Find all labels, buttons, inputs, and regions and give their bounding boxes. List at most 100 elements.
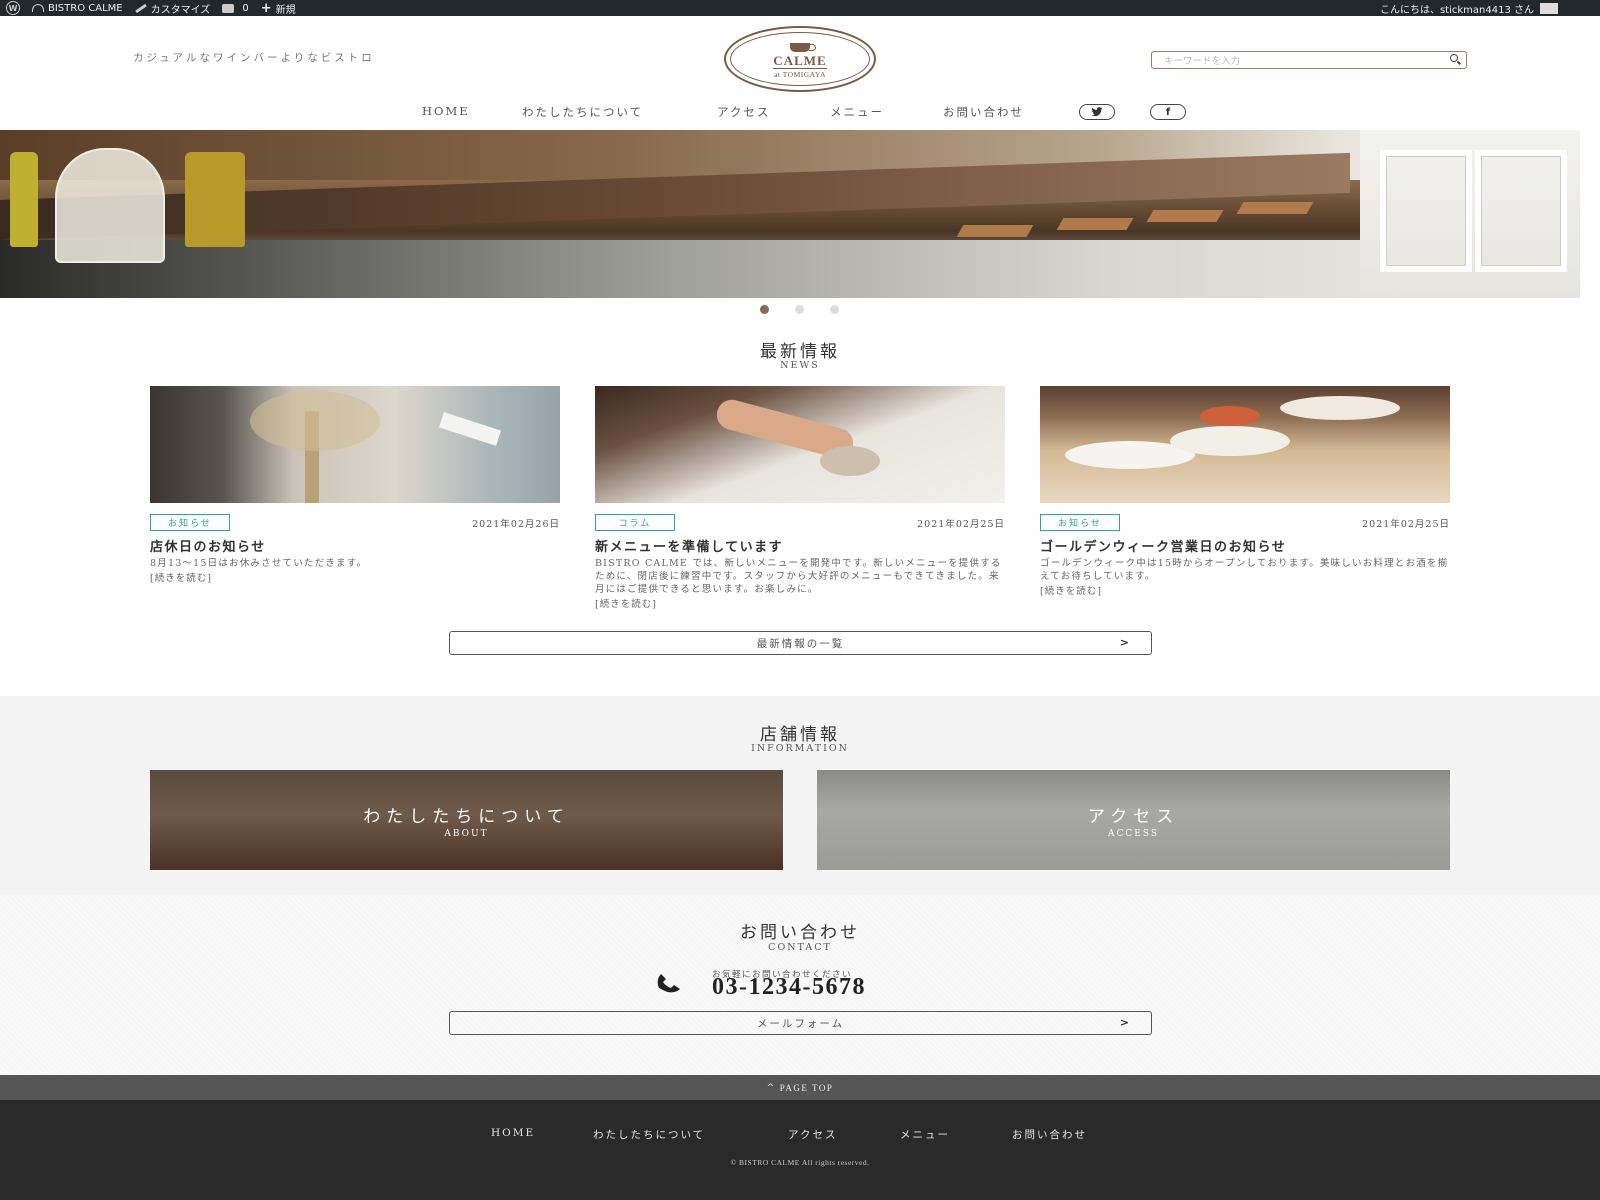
avatar bbox=[1540, 2, 1558, 14]
page-top-label: PAGE TOP bbox=[779, 1082, 834, 1093]
chevron-up-icon: ^ bbox=[766, 1082, 776, 1093]
post-date: 2021年02月25日 bbox=[917, 519, 1005, 530]
about-tile-title: わたしたちについて bbox=[363, 806, 570, 827]
news-subtitle: NEWS bbox=[780, 360, 820, 371]
footer-nav-access[interactable]: アクセス bbox=[788, 1127, 837, 1142]
hero-slider[interactable] bbox=[0, 130, 1580, 298]
site-tagline: カジュアルなワインバーよりなビストロ bbox=[133, 52, 375, 64]
post-date: 2021年02月26日 bbox=[472, 519, 560, 530]
chevron-right-icon: > bbox=[1119, 1016, 1131, 1029]
page-top-button[interactable]: ^ PAGE TOP bbox=[0, 1075, 1600, 1100]
plus-icon: + bbox=[260, 0, 272, 16]
news-thumbnail[interactable] bbox=[150, 386, 560, 503]
phone-number[interactable]: 03-1234-5678 bbox=[712, 974, 866, 1001]
footer-nav-home[interactable]: HOME bbox=[491, 1127, 535, 1139]
hero-bottle bbox=[10, 152, 38, 247]
footer-nav-contact[interactable]: お問い合わせ bbox=[1012, 1127, 1087, 1142]
news-thumbnail[interactable] bbox=[1040, 386, 1450, 503]
twitter-icon[interactable] bbox=[1079, 104, 1115, 120]
admin-customize-link[interactable]: カスタマイズ bbox=[134, 1, 211, 16]
news-thumbnail[interactable] bbox=[595, 386, 1005, 503]
coffee-cup-icon bbox=[790, 43, 816, 52]
slider-dot-2[interactable] bbox=[795, 305, 804, 314]
search-input[interactable]: キーワードを入力 bbox=[1151, 51, 1467, 69]
lamp-image bbox=[438, 412, 502, 446]
food-prep-image bbox=[820, 446, 880, 476]
mail-form-button[interactable]: メールフォーム > bbox=[449, 1011, 1152, 1035]
footer bbox=[0, 1100, 1600, 1200]
post-title[interactable]: ゴールデンウィーク営業日のお知らせ bbox=[1040, 536, 1450, 555]
slider-dot-1[interactable] bbox=[760, 305, 769, 314]
post-excerpt: 8月13～15日はお休みさせていただきます。 bbox=[150, 558, 368, 569]
hero-window bbox=[1360, 130, 1580, 298]
post-title[interactable]: 店休日のお知らせ bbox=[150, 536, 560, 555]
brush-icon bbox=[134, 3, 147, 13]
dried-flowers-image bbox=[250, 391, 380, 451]
search-placeholder: キーワードを入力 bbox=[1164, 56, 1241, 67]
logo-name: CALME bbox=[773, 53, 827, 69]
footer-nav-menu[interactable]: メニュー bbox=[900, 1127, 950, 1142]
wordpress-logo-icon[interactable]: W bbox=[6, 1, 20, 15]
nav-item-contact[interactable]: お問い合わせ bbox=[943, 104, 1024, 120]
logo-sub: at TOMIGAYA bbox=[774, 70, 826, 79]
admin-comments-link[interactable]: 0 bbox=[222, 2, 249, 14]
hero-floor bbox=[0, 240, 1580, 298]
copyright: © BISTRO CALME All rights reserved. bbox=[730, 1158, 870, 1167]
admin-greeting: こんにちは、stickman4413 さん bbox=[1379, 4, 1534, 16]
nav-item-home[interactable]: HOME bbox=[422, 104, 470, 118]
access-tile-title: アクセス bbox=[1087, 806, 1180, 827]
admin-new-link[interactable]: + 新規 bbox=[261, 1, 296, 16]
hero-stool bbox=[956, 225, 1034, 237]
about-tile-sub: ABOUT bbox=[444, 828, 489, 839]
nav-item-menu[interactable]: メニュー bbox=[830, 104, 884, 120]
comment-icon bbox=[222, 3, 235, 13]
admin-customize-label: カスタマイズ bbox=[150, 4, 211, 16]
access-tile-sub: ACCESS bbox=[1107, 828, 1159, 839]
admin-site-link[interactable]: BISTRO CALME bbox=[32, 3, 123, 14]
slider-dot-3[interactable] bbox=[830, 305, 839, 314]
search-icon[interactable] bbox=[1450, 54, 1458, 62]
admin-account-link[interactable]: こんにちは、stickman4413 さん bbox=[1380, 1, 1558, 16]
read-more-link[interactable]: [続きを読む] bbox=[595, 596, 1005, 610]
news-card[interactable]: お知らせ 2021年02月25日 ゴールデンウィーク営業日のお知らせ ゴールデン… bbox=[1040, 386, 1450, 597]
admin-bar: W BISTRO CALME カスタマイズ 0 + 新規 こんにちは、stick… bbox=[0, 0, 1600, 16]
info-subtitle: INFORMATION bbox=[751, 743, 849, 754]
admin-comments-count: 0 bbox=[242, 2, 249, 14]
admin-site-name: BISTRO CALME bbox=[48, 2, 123, 14]
access-tile[interactable]: アクセス ACCESS bbox=[817, 770, 1450, 870]
info-title: 店舗情報 bbox=[760, 725, 840, 745]
plate-image bbox=[1170, 426, 1290, 456]
global-nav: HOME わたしたちについて アクセス メニュー お問い合わせ f bbox=[0, 104, 1600, 122]
nav-item-access[interactable]: アクセス bbox=[717, 104, 770, 120]
post-excerpt: ゴールデンウィーク中は15時からオープンしております。美味しいお料理とお酒を揃え… bbox=[1040, 558, 1449, 582]
category-badge[interactable]: お知らせ bbox=[1040, 514, 1120, 531]
post-date: 2021年02月25日 bbox=[1362, 519, 1450, 530]
category-badge[interactable]: お知らせ bbox=[150, 514, 230, 531]
news-card[interactable]: コラム 2021年02月25日 新メニューを準備しています BISTRO CAL… bbox=[595, 386, 1005, 610]
chevron-right-icon: > bbox=[1119, 636, 1131, 649]
contact-subtitle: CONTACT bbox=[768, 942, 832, 953]
news-card[interactable]: お知らせ 2021年02月26日 店休日のお知らせ 8月13～15日はお休みさせ… bbox=[150, 386, 560, 584]
read-more-link[interactable]: [続きを読む] bbox=[1040, 583, 1450, 597]
hero-stool bbox=[1236, 202, 1314, 214]
news-title: 最新情報 bbox=[760, 342, 840, 362]
dashboard-icon bbox=[32, 4, 44, 12]
facebook-icon[interactable]: f bbox=[1150, 104, 1186, 120]
admin-new-label: 新規 bbox=[275, 4, 296, 16]
post-title[interactable]: 新メニューを準備しています bbox=[595, 536, 1005, 555]
site-logo[interactable]: CALME at TOMIGAYA bbox=[724, 26, 876, 92]
category-badge[interactable]: コラム bbox=[595, 514, 675, 531]
phone-icon bbox=[657, 974, 680, 993]
nav-item-about[interactable]: わたしたちについて bbox=[522, 104, 643, 120]
hero-stool bbox=[1056, 218, 1134, 230]
footer-nav-about[interactable]: わたしたちについて bbox=[593, 1127, 705, 1142]
about-tile[interactable]: わたしたちについて ABOUT bbox=[150, 770, 783, 870]
dish-image bbox=[1200, 406, 1260, 426]
slider-dots bbox=[760, 305, 839, 314]
facebook-label: f bbox=[1165, 106, 1171, 118]
hero-glass-jar bbox=[55, 148, 165, 263]
contact-title: お問い合わせ bbox=[740, 923, 860, 943]
hero-stool bbox=[1146, 210, 1224, 222]
news-list-button[interactable]: 最新情報の一覧 > bbox=[449, 631, 1152, 655]
read-more-link[interactable]: [続きを読む] bbox=[150, 570, 560, 584]
